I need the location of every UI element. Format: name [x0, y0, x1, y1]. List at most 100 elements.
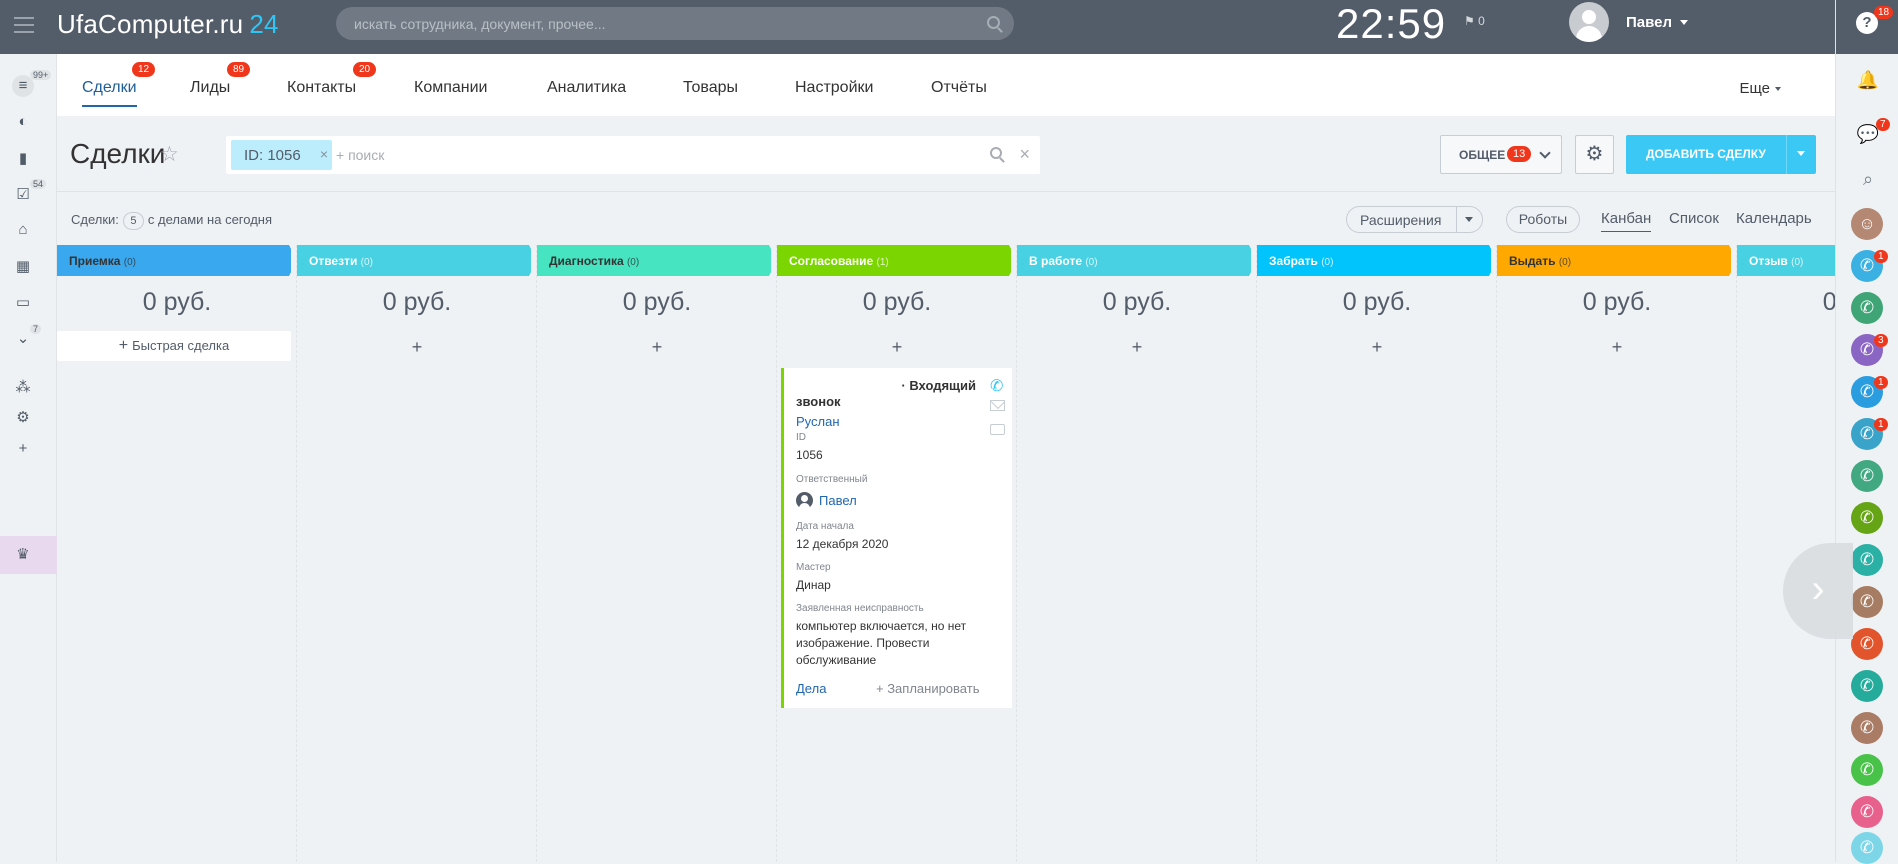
tab-analytics[interactable]: Аналитика	[547, 79, 626, 97]
deal-card[interactable]: · Входящий звонок ✆ Руслан ID 1056 Ответс…	[781, 368, 1012, 708]
deal-title[interactable]: · Входящий звонок	[796, 378, 976, 410]
kanban-column: Приемка (0) 0 руб. + Быстрая сделка	[57, 245, 297, 862]
star-icon[interactable]: ☆	[160, 142, 179, 167]
gear-icon: ⚙	[1585, 143, 1604, 165]
contact-badge: 1	[1874, 250, 1888, 263]
plus-icon[interactable]: +	[12, 438, 34, 460]
search-icon[interactable]: ⌕	[1856, 167, 1880, 191]
tab-settings[interactable]: Настройки	[795, 79, 873, 97]
clock: 22:59	[1336, 0, 1447, 47]
logo[interactable]: UfaComputer.ru 24	[57, 9, 279, 40]
contact-phone-icon[interactable]: ✆	[1851, 754, 1883, 786]
kanban-column: Забрать (0) 0 руб. +	[1257, 245, 1497, 862]
chart-icon[interactable]: ▮	[12, 148, 34, 170]
user-avatar[interactable]	[1569, 2, 1609, 42]
mail-icon[interactable]	[990, 400, 1005, 411]
filter-chip[interactable]: ID: 1056 ×	[231, 140, 332, 170]
robots-button[interactable]: Роботы	[1506, 206, 1580, 233]
contact-phone-icon[interactable]: ✆	[1851, 292, 1883, 324]
bell-icon[interactable]: 🔔	[1856, 68, 1880, 92]
contact-phone-icon[interactable]: ✆	[1851, 628, 1883, 660]
column-sum: 0 руб.	[382, 288, 452, 316]
contact-phone-icon[interactable]: ✆	[1851, 586, 1883, 618]
contact-phone-icon[interactable]: ✆	[1851, 544, 1883, 576]
category-select[interactable]: ОБЩЕЕ 13	[1440, 135, 1562, 174]
user-menu[interactable]: Павел	[1626, 14, 1688, 31]
tab-products[interactable]: Товары	[683, 79, 738, 97]
global-search-input[interactable]: искать сотрудника, документ, прочее...	[336, 7, 1014, 40]
search-icon[interactable]	[987, 16, 1000, 29]
tab-badge: 20	[353, 62, 377, 77]
chat-icon[interactable]	[990, 424, 1005, 435]
grid-icon[interactable]: ▦	[12, 256, 34, 278]
avatar	[796, 492, 813, 509]
add-deal-button[interactable]: ДОБАВИТЬ СДЕЛКУ	[1626, 135, 1816, 174]
extensions-button[interactable]: Расширения	[1346, 206, 1483, 233]
plan-link[interactable]: + Запланировать	[876, 681, 979, 696]
help-badge: 18	[1874, 6, 1894, 19]
kanban-column: Выдать (0) 0 руб. +	[1497, 245, 1737, 862]
column-header[interactable]: Диагностика (0)	[537, 245, 771, 276]
field-value: 1056	[796, 448, 823, 462]
tab-contacts[interactable]: Контакты	[287, 79, 356, 97]
view-list[interactable]: Список	[1669, 210, 1719, 227]
contact-phone-icon[interactable]: ✆	[1851, 502, 1883, 534]
moon-icon[interactable]: ◐	[12, 111, 34, 133]
contact-phone-icon[interactable]: ✆	[1851, 460, 1883, 492]
column-header[interactable]: Согласование (1)	[777, 245, 1011, 276]
column-header[interactable]: Приемка (0)	[57, 245, 291, 276]
tab-leads[interactable]: Лиды	[190, 79, 230, 97]
search-icon[interactable]	[990, 147, 1002, 159]
view-kanban[interactable]: Канбан	[1601, 210, 1652, 232]
responsible-link[interactable]: Павел	[819, 493, 857, 508]
column-header[interactable]: Выдать (0)	[1497, 245, 1731, 276]
contact-badge: 1	[1874, 418, 1888, 431]
inbox-icon[interactable]: ▭	[12, 292, 34, 314]
more-menu[interactable]: Еще	[1739, 80, 1781, 97]
add-deal-plus[interactable]: +	[297, 337, 537, 358]
tab-reports[interactable]: Отчёты	[931, 79, 987, 97]
contact-badge: 1	[1874, 376, 1888, 389]
close-icon[interactable]: ×	[320, 146, 328, 162]
gear-icon[interactable]: ⚙	[12, 407, 34, 429]
add-deal-plus[interactable]: +	[777, 337, 1017, 358]
add-deal-plus[interactable]: +	[537, 337, 777, 358]
contact-phone-icon[interactable]: ✆	[1851, 832, 1883, 864]
crown-item[interactable]: ♛	[0, 536, 57, 574]
filter-search[interactable]: ID: 1056 × + поиск ×	[226, 136, 1040, 174]
field-label: Дата начала	[796, 521, 854, 532]
kanban-column: Диагностика (0) 0 руб. +	[537, 245, 777, 862]
contact-avatar[interactable]: ☺	[1851, 208, 1883, 240]
menu-icon[interactable]	[14, 17, 34, 33]
deals-counter: Сделки: 5 с делами на сегодня	[71, 212, 272, 230]
column-header[interactable]: Отвезти (0)	[297, 245, 531, 276]
column-sum: 0 руб.	[1582, 288, 1652, 316]
chevron-down-icon[interactable]	[1456, 207, 1482, 232]
field-label: Заявленная неисправность	[796, 603, 924, 614]
phone-icon[interactable]: ✆	[990, 376, 1003, 396]
flag-counter[interactable]: ⚑ 0	[1464, 14, 1485, 28]
close-icon[interactable]: ×	[1019, 144, 1030, 165]
shop-icon[interactable]: ⌂	[12, 219, 34, 241]
tab-deals[interactable]: Сделки	[82, 79, 137, 107]
count-badge[interactable]: 5	[122, 212, 144, 230]
field-label: Мастер	[796, 562, 831, 573]
view-calendar[interactable]: Календарь	[1736, 210, 1812, 227]
add-deal-plus[interactable]: +	[1497, 337, 1737, 358]
sitemap-icon[interactable]: ⁂	[12, 377, 34, 399]
quick-deal-button[interactable]: + Быстрая сделка	[57, 331, 291, 361]
contact-phone-icon[interactable]: ✆	[1851, 712, 1883, 744]
tab-companies[interactable]: Компании	[414, 79, 488, 97]
contact-phone-icon[interactable]: ✆	[1851, 796, 1883, 828]
contact-phone-icon[interactable]: ✆	[1851, 670, 1883, 702]
tasks-link[interactable]: Дела	[796, 681, 826, 696]
chevron-down-icon[interactable]	[1797, 151, 1805, 160]
settings-button[interactable]: ⚙	[1575, 135, 1614, 174]
column-header[interactable]: В работе (0)	[1017, 245, 1251, 276]
kanban-column: Отвезти (0) 0 руб. +	[297, 245, 537, 862]
column-header[interactable]: Забрать (0)	[1257, 245, 1491, 276]
add-deal-plus[interactable]: +	[1017, 337, 1257, 358]
column-header[interactable]: Отзыв (0)	[1737, 245, 1835, 276]
add-deal-plus[interactable]: +	[1257, 337, 1497, 358]
contact-link[interactable]: Руслан	[796, 414, 840, 429]
